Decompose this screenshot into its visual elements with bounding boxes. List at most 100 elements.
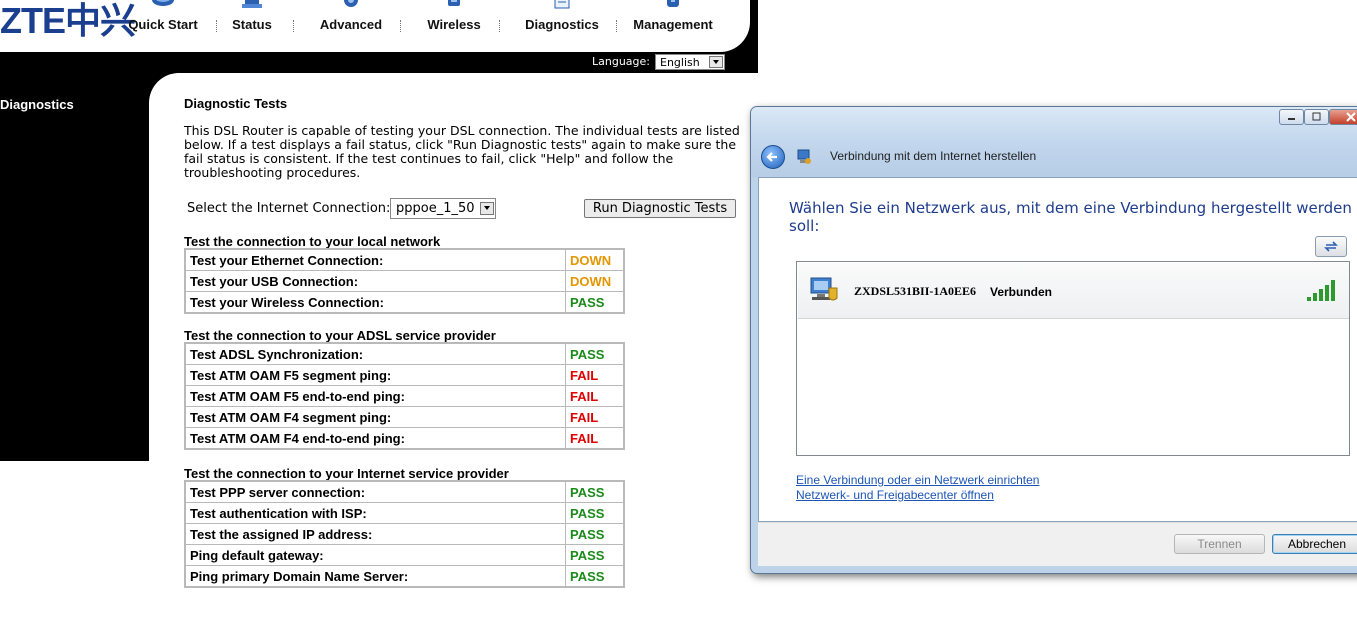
signal-strength-icon [1307, 280, 1335, 301]
table-row: Test PPP server connection: PASS [184, 480, 625, 503]
network-sharing-center-link[interactable]: Netzwerk- und Freigabecenter öffnen [796, 488, 994, 502]
nav-label: Status [232, 17, 272, 32]
minimize-icon [1288, 118, 1295, 120]
nav-diagnostics[interactable]: Diagnostics [518, 0, 606, 52]
network-connection-icon [797, 149, 811, 164]
table-row: Test ATM OAM F4 segment ping: FAIL [184, 406, 625, 428]
test-name: Test ADSL Synchronization: [184, 342, 566, 365]
test-result: PASS [565, 565, 625, 588]
chevron-down-icon[interactable] [709, 56, 723, 68]
nav-separator [216, 20, 217, 32]
section-title-local-network: Test the connection to your local networ… [184, 234, 441, 249]
table-row: Test ATM OAM F4 end-to-end ping: FAIL [184, 427, 625, 450]
close-icon [1346, 112, 1356, 122]
test-name: Test your USB Connection: [184, 270, 566, 292]
test-result: PASS [565, 480, 625, 503]
test-result: PASS [565, 291, 625, 314]
section-title-internet-provider: Test the connection to your Internet ser… [184, 466, 509, 481]
cancel-button[interactable]: Abbrechen [1272, 534, 1357, 554]
test-name: Test ATM OAM F4 end-to-end ping: [184, 427, 566, 450]
nav-separator [293, 20, 294, 32]
nav-separator [616, 20, 617, 32]
test-result: PASS [565, 523, 625, 545]
disconnect-button[interactable]: Trennen [1174, 534, 1265, 554]
table-row: Test the assigned IP address: PASS [184, 523, 625, 545]
test-result: FAIL [565, 364, 625, 386]
nav-label: Wireless [427, 17, 481, 32]
nav-advanced[interactable]: Advanced [312, 0, 390, 52]
connection-label: Select the Internet Connection: [187, 201, 391, 216]
page-title: Diagnostic Tests [184, 96, 288, 111]
minimize-button[interactable] [1279, 109, 1304, 125]
test-name: Test your Ethernet Connection: [184, 248, 566, 271]
test-name: Test ATM OAM F4 segment ping: [184, 406, 566, 428]
nav-label: Management [633, 17, 713, 32]
test-result: DOWN [565, 270, 625, 292]
table-row: Ping default gateway: PASS [184, 544, 625, 566]
test-name: Test authentication with ISP: [184, 502, 566, 524]
test-result: PASS [565, 502, 625, 524]
test-name: Test the assigned IP address: [184, 523, 566, 545]
nav-separator [499, 20, 500, 32]
section-title-adsl-provider: Test the connection to your ADSL service… [184, 328, 496, 343]
test-name: Test ATM OAM F5 segment ping: [184, 364, 566, 386]
router-sidebar [0, 73, 149, 461]
dialog-title: Verbindung mit dem Internet herstellen [830, 149, 1037, 163]
table-row: Test ATM OAM F5 end-to-end ping: FAIL [184, 385, 625, 407]
test-name: Ping default gateway: [184, 544, 566, 566]
status-icon [242, 0, 262, 8]
maximize-button[interactable] [1304, 109, 1329, 125]
connection-select[interactable]: pppoe_1_50 [390, 198, 496, 219]
nav-label: Advanced [319, 17, 383, 32]
setup-connection-link[interactable]: Eine Verbindung oder ein Netzwerk einric… [796, 473, 1039, 487]
connection-value: pppoe_1_50 [396, 201, 475, 216]
back-button[interactable] [761, 145, 785, 169]
adsl-tests-table: Test ADSL Synchronization: PASS Test ATM … [184, 342, 625, 450]
maximize-icon [1312, 112, 1321, 121]
nav-separator [400, 20, 401, 32]
diagnostics-icon [554, 0, 570, 9]
dialog-footer [758, 522, 1357, 566]
language-select[interactable]: English [655, 54, 725, 70]
test-result: PASS [565, 544, 625, 566]
test-name: Ping primary Domain Name Server: [184, 565, 566, 588]
network-name: ZXDSL531BII-1A0EE6 [854, 284, 977, 298]
dialog-titlebar [751, 107, 1357, 177]
close-button[interactable] [1329, 109, 1357, 125]
test-name: Test ATM OAM F5 end-to-end ping: [184, 385, 566, 407]
refresh-button[interactable] [1315, 236, 1347, 257]
language-value: English [660, 56, 700, 69]
zte-logo: ZTE中兴 [0, 0, 136, 41]
management-icon [667, 0, 679, 7]
quick-start-icon [152, 0, 174, 6]
page-description: This DSL Router is capable of testing yo… [184, 123, 740, 180]
nav-management[interactable]: Management [626, 0, 720, 52]
table-row: Ping primary Domain Name Server: PASS [184, 565, 625, 588]
refresh-icon [1324, 241, 1338, 252]
wireless-network-icon [810, 277, 838, 301]
nav-status[interactable]: Status [226, 0, 278, 52]
test-result: PASS [565, 342, 625, 365]
network-status: Verbunden [990, 285, 1053, 299]
dialog-heading: Wählen Sie ein Netzwerk aus, mit dem ein… [789, 199, 1352, 235]
nav-label: Quick Start [128, 17, 198, 32]
test-result: FAIL [565, 427, 625, 450]
test-result: DOWN [565, 248, 625, 271]
table-row: Test your Ethernet Connection: DOWN [184, 248, 625, 271]
chevron-down-icon[interactable] [480, 202, 494, 215]
wireless-icon [448, 0, 460, 6]
table-row: Test your Wireless Connection: PASS [184, 291, 625, 314]
sidebar-item-diagnostics[interactable]: Diagnostics [0, 97, 74, 112]
nav-quick-start[interactable]: Quick Start [120, 0, 206, 52]
network-list-item[interactable]: ZXDSL531BII-1A0EE6 Verbunden [798, 263, 1349, 319]
nav-wireless[interactable]: Wireless [418, 0, 490, 52]
table-row: Test ADSL Synchronization: PASS [184, 342, 625, 365]
table-row: Test your USB Connection: DOWN [184, 270, 625, 292]
isp-tests-table: Test PPP server connection: PASS Test aut… [184, 480, 625, 588]
nav-label: Diagnostics [525, 17, 599, 32]
table-row: Test authentication with ISP: PASS [184, 502, 625, 524]
advanced-icon [344, 0, 358, 7]
back-arrow-icon [766, 152, 777, 162]
run-diagnostic-tests-button[interactable]: Run Diagnostic Tests [584, 199, 736, 218]
network-list: ZXDSL531BII-1A0EE6 Verbunden [796, 261, 1350, 456]
